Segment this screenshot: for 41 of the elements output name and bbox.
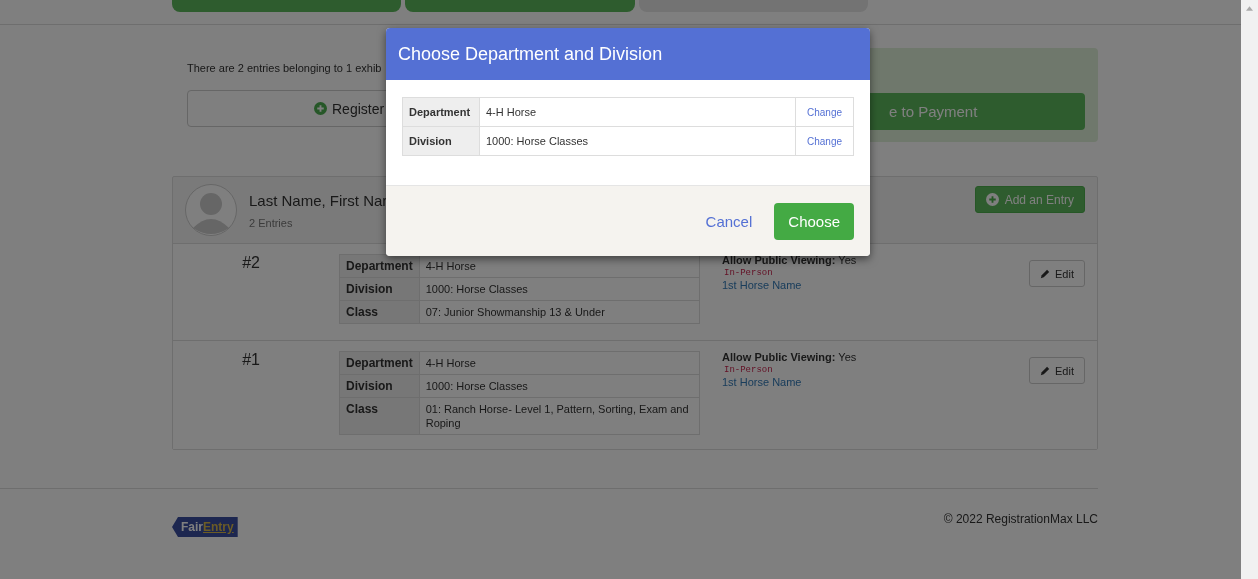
cancel-link[interactable]: Cancel <box>705 212 753 230</box>
edit-button[interactable]: Edit <box>1029 260 1085 287</box>
edit-button[interactable]: Edit <box>1029 357 1085 384</box>
detail-value: 4-H Horse <box>419 351 700 375</box>
entry-number: #1 <box>241 350 260 369</box>
entries-summary-text: There are 2 entries belonging to 1 exhib <box>187 62 383 74</box>
detail-label: Division <box>339 277 420 301</box>
plus-circle-icon <box>314 102 327 115</box>
detail-label: Class <box>339 397 420 435</box>
modal-title: Choose Department and Division <box>398 43 663 65</box>
field-value: 4-H Horse <box>479 97 796 127</box>
exhibitor-name: Last Name, First Nar <box>249 191 388 209</box>
detail-label: Division <box>339 374 420 398</box>
logo[interactable]: FairEntry <box>172 517 238 537</box>
copyright-text: © 2022 RegistrationMax LLC <box>943 512 1098 526</box>
detail-label: Class <box>339 300 420 324</box>
detail-value: 1000: Horse Classes <box>419 277 700 301</box>
detail-label: Department <box>339 351 420 375</box>
field-label: Division <box>402 126 480 156</box>
detail-value: 07: Junior Showmanship 13 & Under <box>419 300 700 324</box>
entry-number: #2 <box>241 253 260 272</box>
public-viewing-text: Allow Public Viewing: Yes <box>722 254 858 266</box>
pencil-icon <box>1040 365 1051 376</box>
scroll-up-icon[interactable] <box>1246 6 1253 11</box>
add-entry-button[interactable]: Add an Entry <box>974 186 1085 213</box>
horse-name-link[interactable]: 1st Horse Name <box>722 376 1030 388</box>
entries-count: 2 Entries <box>249 216 293 229</box>
horse-name-link[interactable]: 1st Horse Name <box>722 279 1030 291</box>
avatar-icon <box>185 184 237 236</box>
public-viewing-text: Allow Public Viewing: Yes <box>722 351 858 363</box>
detail-label: Department <box>339 254 420 278</box>
detail-value: 1000: Horse Classes <box>419 374 700 398</box>
in-person-tag: In-Person <box>724 268 1030 278</box>
pencil-icon <box>1040 268 1051 279</box>
field-value: 1000: Horse Classes <box>479 126 796 156</box>
detail-value: 01: Ranch Horse- Level 1, Pattern, Sorting, Exam and Roping <box>419 397 700 435</box>
plus-circle-icon <box>985 193 999 206</box>
field-label: Department <box>402 97 480 127</box>
scrollbar[interactable] <box>1241 0 1258 579</box>
in-person-tag: In-Person <box>724 365 1030 375</box>
choose-button[interactable]: Choose <box>774 202 854 240</box>
